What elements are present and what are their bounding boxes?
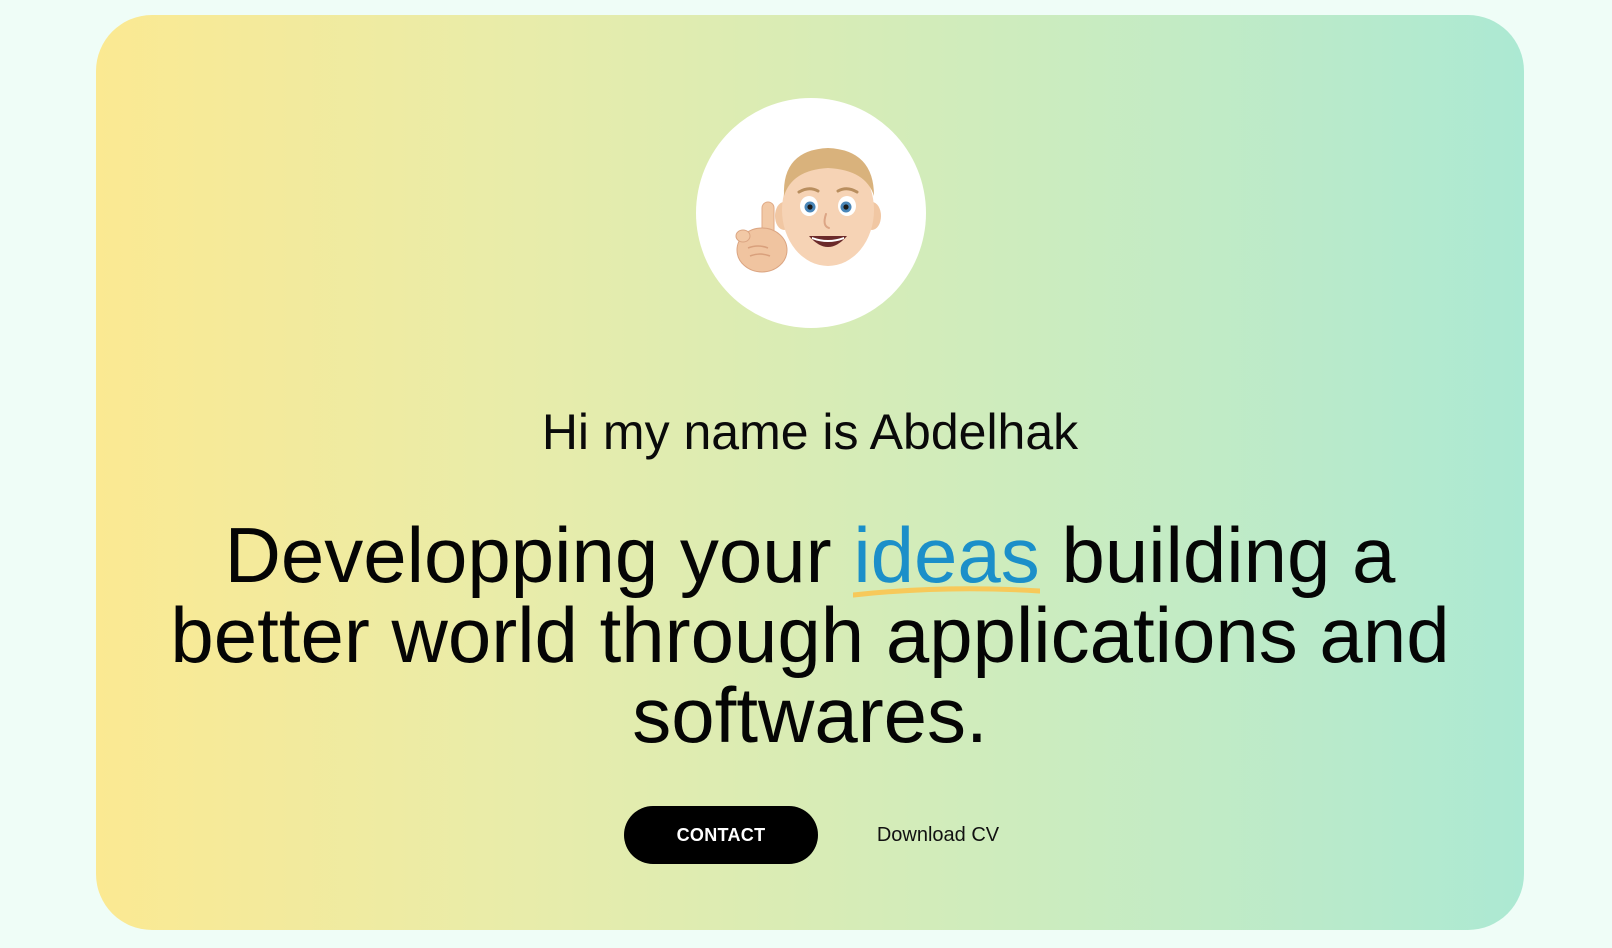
hero-card: Hi my name is Abdelhak Developping your … — [96, 15, 1524, 930]
headline: Developping your ideas building a better… — [166, 515, 1454, 755]
greeting-text: Hi my name is Abdelhak — [541, 404, 1079, 460]
headline-text-start: Developping your — [224, 511, 854, 599]
contact-button[interactable]: CONTACT — [624, 806, 818, 864]
memoji-pointing-up-icon — [735, 148, 881, 273]
download-cv-link[interactable]: Download CV — [868, 806, 1008, 864]
highlight-underline-icon — [853, 586, 1040, 598]
avatar — [696, 98, 926, 328]
headline-highlight: ideas — [853, 515, 1040, 598]
hero-actions: CONTACT Download CV — [96, 806, 1524, 864]
